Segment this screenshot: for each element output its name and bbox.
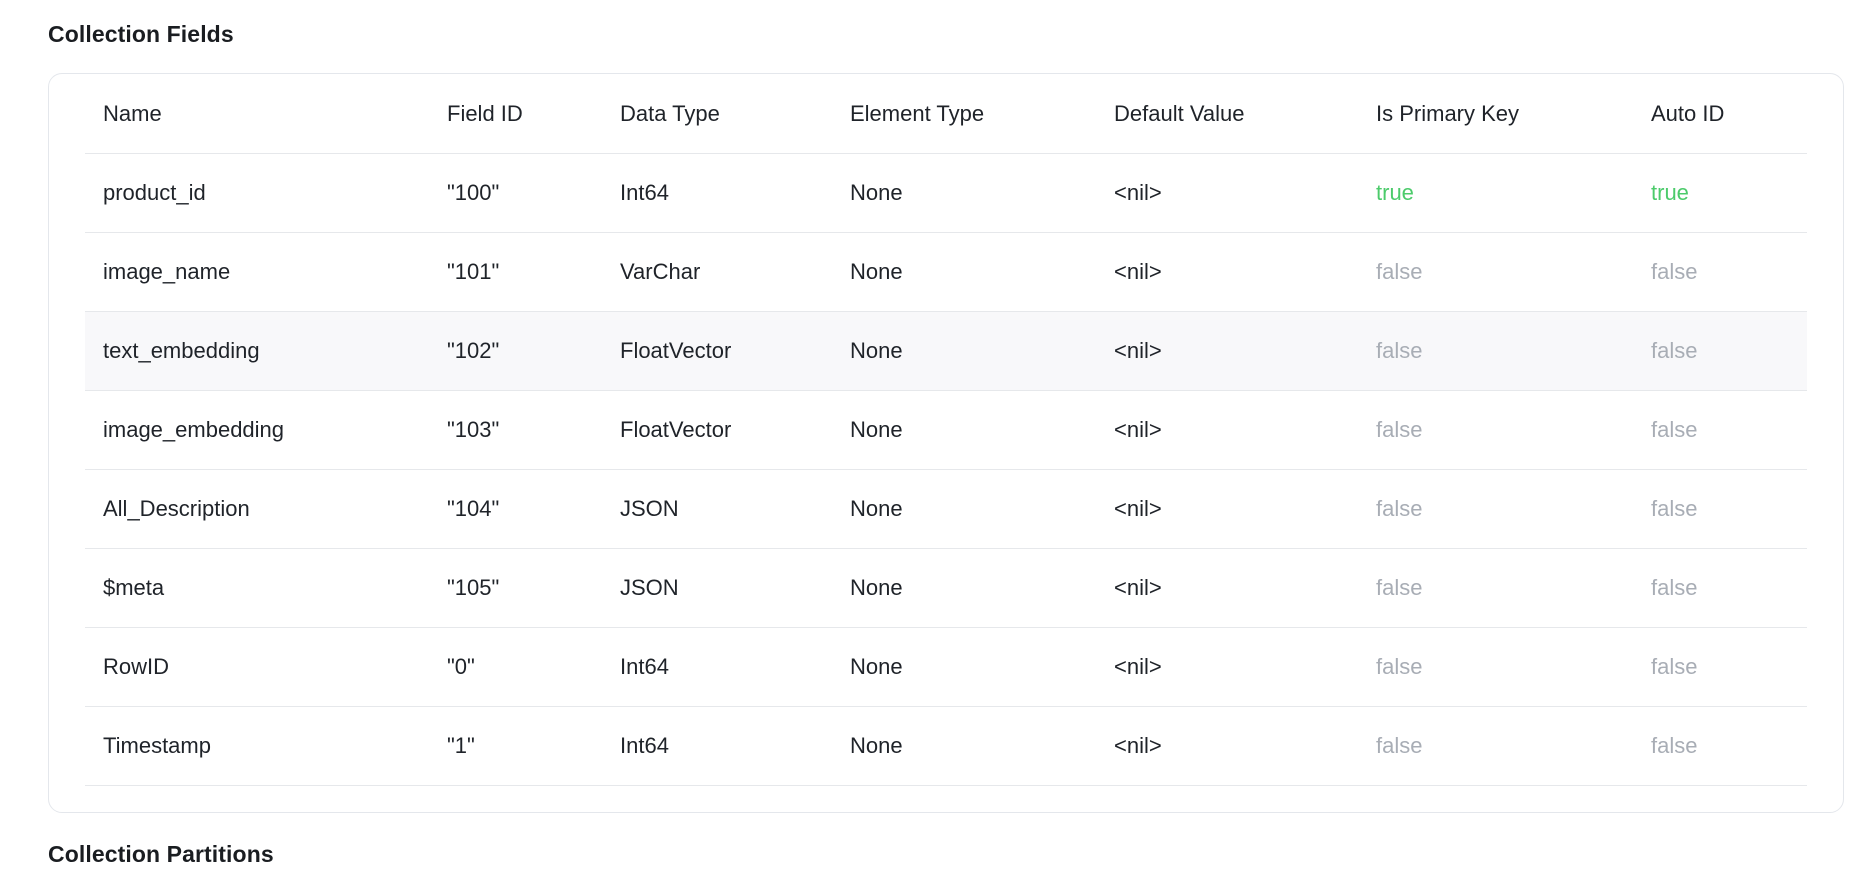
cell-field-id: "0": [447, 654, 475, 679]
column-header-is-primary-key[interactable]: Is Primary Key: [1376, 74, 1519, 153]
cell-field-name: text_embedding: [103, 338, 260, 363]
column-header-data-type[interactable]: Data Type: [620, 74, 720, 153]
table-header-row: Name Field ID Data Type Element Type Def…: [85, 74, 1807, 154]
cell-data-type: JSON: [620, 575, 679, 600]
table-row[interactable]: All_Description "104" JSON None <nil> false fa…: [85, 470, 1807, 549]
cell-field-id: "102": [447, 338, 500, 363]
cell-element-type: None: [850, 575, 903, 600]
cell-data-type: FloatVector: [620, 338, 732, 363]
cell-field-name: $meta: [103, 575, 165, 600]
cell-is-primary-key: false: [1376, 259, 1423, 284]
cell-element-type: None: [850, 338, 903, 363]
cell-field-name: RowID: [103, 654, 170, 679]
cell-data-type: Int64: [620, 733, 669, 758]
cell-field-name: image_name: [103, 259, 231, 284]
cell-data-type: Int64: [620, 654, 669, 679]
cell-is-primary-key: false: [1376, 575, 1423, 600]
cell-element-type: None: [850, 654, 903, 679]
cell-is-primary-key: false: [1376, 338, 1423, 363]
cell-default-value: <nil>: [1114, 180, 1162, 205]
table-row[interactable]: $meta "105" JSON None <nil> false false: [85, 549, 1807, 628]
cell-field-id: "100": [447, 180, 500, 205]
cell-data-type: VarChar: [620, 259, 701, 284]
collection-fields-title: Collection Fields: [48, 21, 234, 47]
cell-element-type: None: [850, 180, 903, 205]
cell-element-type: None: [850, 417, 903, 442]
cell-is-primary-key: true: [1376, 180, 1414, 205]
table-row[interactable]: product_id "100" Int64 None <nil> true true: [85, 154, 1807, 233]
fields-table: Name Field ID Data Type Element Type Def…: [85, 74, 1807, 786]
cell-field-name: All_Description: [103, 496, 250, 521]
column-header-element-type[interactable]: Element Type: [850, 74, 984, 153]
column-header-field-id[interactable]: Field ID: [447, 74, 523, 153]
cell-field-id: "103": [447, 417, 500, 442]
cell-default-value: <nil>: [1114, 733, 1162, 758]
column-header-default-value[interactable]: Default Value: [1114, 74, 1244, 153]
cell-default-value: <nil>: [1114, 575, 1162, 600]
cell-is-primary-key: false: [1376, 496, 1423, 521]
cell-is-primary-key: false: [1376, 654, 1423, 679]
cell-auto-id: false: [1651, 417, 1698, 442]
cell-default-value: <nil>: [1114, 338, 1162, 363]
cell-field-id: "101": [447, 259, 500, 284]
table-row[interactable]: RowID "0" Int64 None <nil> false false: [85, 628, 1807, 707]
cell-field-name: product_id: [103, 180, 206, 205]
cell-is-primary-key: false: [1376, 417, 1423, 442]
cell-element-type: None: [850, 259, 903, 284]
cell-element-type: None: [850, 496, 903, 521]
column-header-auto-id[interactable]: Auto ID: [1651, 74, 1724, 153]
cell-auto-id: false: [1651, 733, 1698, 758]
cell-data-type: JSON: [620, 496, 679, 521]
cell-auto-id: false: [1651, 259, 1698, 284]
cell-auto-id: true: [1651, 180, 1689, 205]
cell-field-id: "105": [447, 575, 500, 600]
column-header-name[interactable]: Name: [103, 74, 162, 153]
table-row[interactable]: text_embedding "102" FloatVector None <nil> f…: [85, 312, 1807, 391]
cell-auto-id: false: [1651, 338, 1698, 363]
table-row[interactable]: image_name "101" VarChar None <nil> false fals…: [85, 233, 1807, 312]
collection-partitions-title: Collection Partitions: [48, 841, 274, 867]
cell-is-primary-key: false: [1376, 733, 1423, 758]
cell-field-id: "1": [447, 733, 475, 758]
cell-element-type: None: [850, 733, 903, 758]
collection-fields-card: Name Field ID Data Type Element Type Def…: [48, 73, 1844, 813]
table-row[interactable]: Timestamp "1" Int64 None <nil> false false: [85, 707, 1807, 786]
cell-auto-id: false: [1651, 496, 1698, 521]
cell-default-value: <nil>: [1114, 654, 1162, 679]
cell-field-id: "104": [447, 496, 500, 521]
cell-data-type: Int64: [620, 180, 669, 205]
cell-default-value: <nil>: [1114, 417, 1162, 442]
cell-field-name: image_embedding: [103, 417, 285, 442]
cell-auto-id: false: [1651, 575, 1698, 600]
cell-auto-id: false: [1651, 654, 1698, 679]
cell-field-name: Timestamp: [103, 733, 211, 758]
table-row[interactable]: image_embedding "103" FloatVector None <nil>…: [85, 391, 1807, 470]
cell-data-type: FloatVector: [620, 417, 732, 442]
cell-default-value: <nil>: [1114, 496, 1162, 521]
cell-default-value: <nil>: [1114, 259, 1162, 284]
